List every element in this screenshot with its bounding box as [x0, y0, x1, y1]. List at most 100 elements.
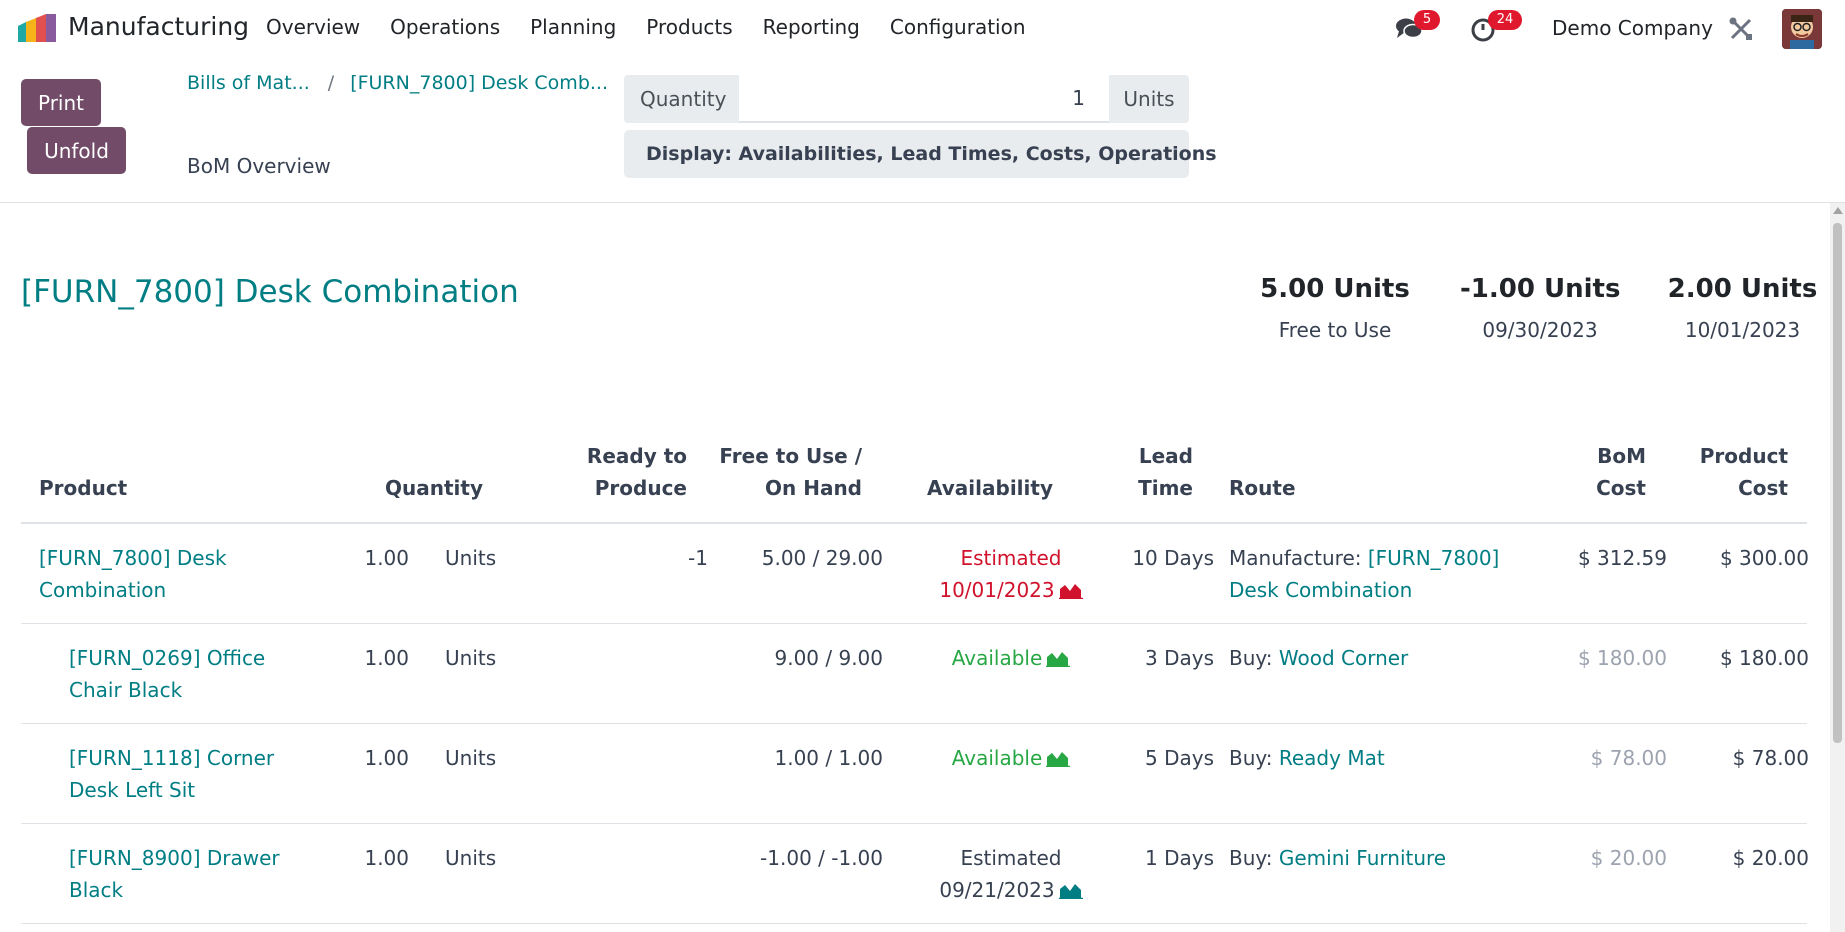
- menu-planning[interactable]: Planning: [530, 15, 616, 39]
- route-link[interactable]: [FURN_7800]: [1368, 546, 1500, 570]
- header-availability: Availability: [927, 476, 1053, 500]
- availability-status: Estimated: [960, 546, 1062, 570]
- row-route: Buy: Gemini Furniture: [1229, 842, 1446, 874]
- route-link[interactable]: Ready Mat: [1279, 746, 1385, 770]
- quantity-unit: Units: [1109, 75, 1189, 123]
- vertical-scrollbar[interactable]: [1830, 203, 1845, 932]
- user-avatar[interactable]: [1782, 9, 1822, 49]
- row-quantity: 1.00: [364, 846, 409, 870]
- unfold-button[interactable]: Unfold: [27, 127, 126, 174]
- availability-status: Estimated: [960, 846, 1062, 870]
- row-product-cost: $ 300.00: [1719, 546, 1809, 570]
- header-route: Route: [1229, 476, 1296, 500]
- route-prefix: Buy:: [1229, 646, 1279, 670]
- company-switcher[interactable]: Demo Company: [1552, 16, 1713, 40]
- row-uom: Units: [445, 746, 497, 770]
- table-row: [FURN_1118] Corner Desk Left Sit 1.00 Un…: [21, 724, 1809, 824]
- row-product[interactable]: [FURN_0269] Office Chair Black: [69, 642, 265, 706]
- row-uom: Units: [445, 846, 497, 870]
- print-button[interactable]: Print: [21, 79, 101, 126]
- summary-label: 09/30/2023: [1482, 318, 1598, 342]
- forecast-chart-icon[interactable]: [1058, 581, 1083, 599]
- row-availability[interactable]: Available: [901, 642, 1121, 674]
- header-ready-line2: Produce: [594, 476, 687, 500]
- header-free-on-hand: Free to Use / On Hand: [700, 440, 862, 504]
- app-name[interactable]: Manufacturing: [68, 12, 249, 41]
- row-free-on-hand: -1.00 / -1.00: [760, 846, 883, 870]
- route-link[interactable]: Gemini Furniture: [1279, 846, 1446, 870]
- row-product[interactable]: [FURN_7800] Desk Combination: [39, 542, 227, 606]
- summary-value: 2.00 Units: [1667, 274, 1818, 304]
- header-free-line2: On Hand: [765, 476, 862, 500]
- menu-configuration[interactable]: Configuration: [890, 15, 1026, 39]
- availability-status: Available: [951, 646, 1043, 670]
- header-bom-line1: BoM: [1597, 444, 1646, 468]
- quantity-input[interactable]: [739, 75, 1109, 123]
- quantity-label: Quantity: [624, 75, 739, 123]
- row-quantity: 1.00: [364, 646, 409, 670]
- header-ready-line1: Ready to: [586, 444, 687, 468]
- display-options-button[interactable]: Display: Availabilities, Lead Times, Cos…: [624, 130, 1217, 178]
- display-options-label: Display: Availabilities, Lead Times, Cos…: [646, 143, 1217, 165]
- route-link-line2[interactable]: Desk Combination: [1229, 574, 1499, 606]
- forecast-chart-icon[interactable]: [1058, 881, 1083, 899]
- control-panel-divider: [0, 202, 1845, 203]
- header-lead-time: Lead Time: [1100, 440, 1193, 504]
- header-free-line1: Free to Use /: [719, 444, 862, 468]
- route-prefix: Buy:: [1229, 846, 1279, 870]
- row-bom-cost: $ 78.00: [1590, 746, 1667, 770]
- breadcrumb-bills-of-materials[interactable]: Bills of Mat...: [187, 72, 310, 94]
- menu-reporting[interactable]: Reporting: [763, 15, 860, 39]
- scroll-up-arrow-icon[interactable]: [1833, 207, 1843, 214]
- table-row: [FURN_0269] Office Chair Black 1.00 Unit…: [21, 624, 1809, 724]
- row-availability[interactable]: Available: [901, 742, 1121, 774]
- route-link[interactable]: Wood Corner: [1279, 646, 1408, 670]
- summary-forecast-1: -1.00 Units 09/30/2023: [1460, 274, 1620, 342]
- summary-label: Free to Use: [1278, 318, 1392, 342]
- row-free-on-hand: 9.00 / 9.00: [774, 646, 883, 670]
- row-lead-time: 3 Days: [1145, 646, 1214, 670]
- menu-products[interactable]: Products: [646, 15, 732, 39]
- row-product[interactable]: [FURN_1118] Corner Desk Left Sit: [69, 742, 274, 806]
- row-uom: Units: [445, 646, 497, 670]
- manufacturing-app-icon[interactable]: [16, 14, 56, 42]
- summary-forecast-2: 2.00 Units 10/01/2023: [1665, 274, 1820, 342]
- row-bom-cost: $ 180.00: [1577, 646, 1667, 670]
- product-line2: Combination: [39, 578, 167, 602]
- scroll-thumb[interactable]: [1833, 223, 1842, 743]
- report-title[interactable]: [FURN_7800] Desk Combination: [21, 274, 519, 310]
- header-lead-line1: Lead: [1138, 444, 1193, 468]
- activity-badge: 24: [1488, 10, 1522, 30]
- row-product[interactable]: [FURN_8900] Drawer Black: [69, 842, 280, 906]
- route-prefix: Buy:: [1229, 746, 1279, 770]
- row-lead-time: 10 Days: [1132, 546, 1214, 570]
- row-free-on-hand: 1.00 / 1.00: [774, 746, 883, 770]
- row-product-cost: $ 180.00: [1719, 646, 1809, 670]
- header-quantity: Quantity: [385, 476, 483, 500]
- row-route: Buy: Ready Mat: [1229, 742, 1385, 774]
- breadcrumb-separator: /: [327, 72, 335, 94]
- availability-status: Available: [951, 746, 1043, 770]
- product-line1: [FURN_8900] Drawer: [69, 846, 280, 870]
- breadcrumb-current-bom[interactable]: [FURN_7800] Desk Comb...: [350, 72, 608, 94]
- menu-overview[interactable]: Overview: [266, 15, 360, 39]
- tools-icon[interactable]: [1728, 16, 1754, 42]
- row-availability[interactable]: Estimated 09/21/2023: [901, 842, 1121, 906]
- forecast-chart-icon[interactable]: [1046, 649, 1071, 667]
- row-product-cost: $ 20.00: [1732, 846, 1809, 870]
- product-line1: [FURN_0269] Office: [69, 646, 266, 670]
- table-row: [FURN_7800] Desk Combination 1.00 Units …: [21, 524, 1809, 624]
- row-availability[interactable]: Estimated 10/01/2023: [901, 542, 1121, 606]
- chat-badge: 5: [1414, 10, 1440, 30]
- row-uom: Units: [445, 546, 497, 570]
- product-line2: Desk Left Sit: [69, 778, 196, 802]
- summary-value: -1.00 Units: [1460, 274, 1621, 304]
- forecast-chart-icon[interactable]: [1046, 749, 1071, 767]
- row-lead-time: 5 Days: [1145, 746, 1214, 770]
- header-product: Product: [39, 476, 128, 500]
- menu-operations[interactable]: Operations: [390, 15, 500, 39]
- product-line1: [FURN_7800] Desk: [39, 546, 227, 570]
- breadcrumb: Bills of Mat... / [FURN_7800] Desk Comb...: [187, 72, 608, 94]
- header-ready-to-produce: Ready to Produce: [560, 440, 687, 504]
- header-lead-line2: Time: [1138, 476, 1193, 500]
